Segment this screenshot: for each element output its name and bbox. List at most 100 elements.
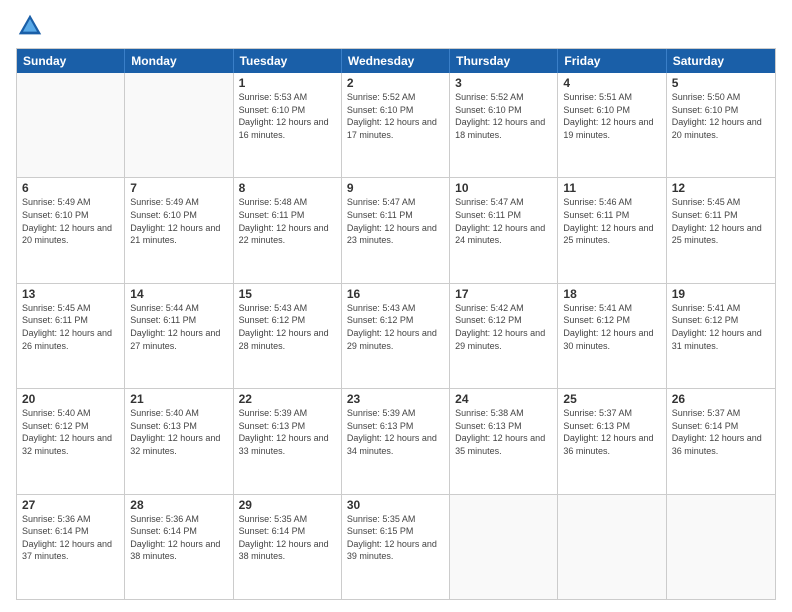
cal-cell-11: 11Sunrise: 5:46 AM Sunset: 6:11 PM Dayli… [558, 178, 666, 282]
day-number: 17 [455, 287, 552, 301]
cal-cell-2: 2Sunrise: 5:52 AM Sunset: 6:10 PM Daylig… [342, 73, 450, 177]
cal-row-4: 27Sunrise: 5:36 AM Sunset: 6:14 PM Dayli… [17, 494, 775, 599]
day-number: 21 [130, 392, 227, 406]
cal-cell-4: 4Sunrise: 5:51 AM Sunset: 6:10 PM Daylig… [558, 73, 666, 177]
day-number: 30 [347, 498, 444, 512]
calendar: SundayMondayTuesdayWednesdayThursdayFrid… [16, 48, 776, 600]
day-number: 12 [672, 181, 770, 195]
day-number: 8 [239, 181, 336, 195]
cal-cell-1: 1Sunrise: 5:53 AM Sunset: 6:10 PM Daylig… [234, 73, 342, 177]
day-info: Sunrise: 5:45 AM Sunset: 6:11 PM Dayligh… [22, 302, 119, 352]
header-cell-friday: Friday [558, 49, 666, 73]
day-number: 20 [22, 392, 119, 406]
day-number: 27 [22, 498, 119, 512]
cal-cell-25: 25Sunrise: 5:37 AM Sunset: 6:13 PM Dayli… [558, 389, 666, 493]
day-info: Sunrise: 5:47 AM Sunset: 6:11 PM Dayligh… [347, 196, 444, 246]
day-info: Sunrise: 5:37 AM Sunset: 6:13 PM Dayligh… [563, 407, 660, 457]
day-info: Sunrise: 5:35 AM Sunset: 6:15 PM Dayligh… [347, 513, 444, 563]
cal-cell-6: 6Sunrise: 5:49 AM Sunset: 6:10 PM Daylig… [17, 178, 125, 282]
cal-cell-14: 14Sunrise: 5:44 AM Sunset: 6:11 PM Dayli… [125, 284, 233, 388]
day-number: 13 [22, 287, 119, 301]
cal-row-0: 1Sunrise: 5:53 AM Sunset: 6:10 PM Daylig… [17, 73, 775, 177]
cal-cell-8: 8Sunrise: 5:48 AM Sunset: 6:11 PM Daylig… [234, 178, 342, 282]
cal-cell-21: 21Sunrise: 5:40 AM Sunset: 6:13 PM Dayli… [125, 389, 233, 493]
day-info: Sunrise: 5:37 AM Sunset: 6:14 PM Dayligh… [672, 407, 770, 457]
day-info: Sunrise: 5:39 AM Sunset: 6:13 PM Dayligh… [347, 407, 444, 457]
day-number: 15 [239, 287, 336, 301]
cal-cell-17: 17Sunrise: 5:42 AM Sunset: 6:12 PM Dayli… [450, 284, 558, 388]
day-number: 9 [347, 181, 444, 195]
day-info: Sunrise: 5:52 AM Sunset: 6:10 PM Dayligh… [347, 91, 444, 141]
cal-cell-16: 16Sunrise: 5:43 AM Sunset: 6:12 PM Dayli… [342, 284, 450, 388]
day-info: Sunrise: 5:41 AM Sunset: 6:12 PM Dayligh… [563, 302, 660, 352]
day-number: 19 [672, 287, 770, 301]
calendar-body: 1Sunrise: 5:53 AM Sunset: 6:10 PM Daylig… [17, 73, 775, 599]
cal-cell-9: 9Sunrise: 5:47 AM Sunset: 6:11 PM Daylig… [342, 178, 450, 282]
day-info: Sunrise: 5:39 AM Sunset: 6:13 PM Dayligh… [239, 407, 336, 457]
day-number: 3 [455, 76, 552, 90]
page: SundayMondayTuesdayWednesdayThursdayFrid… [0, 0, 792, 612]
cal-cell-27: 27Sunrise: 5:36 AM Sunset: 6:14 PM Dayli… [17, 495, 125, 599]
day-number: 25 [563, 392, 660, 406]
day-info: Sunrise: 5:48 AM Sunset: 6:11 PM Dayligh… [239, 196, 336, 246]
day-number: 26 [672, 392, 770, 406]
day-number: 22 [239, 392, 336, 406]
cal-cell-19: 19Sunrise: 5:41 AM Sunset: 6:12 PM Dayli… [667, 284, 775, 388]
cal-cell-28: 28Sunrise: 5:36 AM Sunset: 6:14 PM Dayli… [125, 495, 233, 599]
cal-cell-24: 24Sunrise: 5:38 AM Sunset: 6:13 PM Dayli… [450, 389, 558, 493]
day-info: Sunrise: 5:43 AM Sunset: 6:12 PM Dayligh… [239, 302, 336, 352]
cal-cell-22: 22Sunrise: 5:39 AM Sunset: 6:13 PM Dayli… [234, 389, 342, 493]
logo [16, 12, 48, 40]
cal-row-1: 6Sunrise: 5:49 AM Sunset: 6:10 PM Daylig… [17, 177, 775, 282]
day-info: Sunrise: 5:44 AM Sunset: 6:11 PM Dayligh… [130, 302, 227, 352]
cal-cell-18: 18Sunrise: 5:41 AM Sunset: 6:12 PM Dayli… [558, 284, 666, 388]
header-cell-monday: Monday [125, 49, 233, 73]
day-info: Sunrise: 5:46 AM Sunset: 6:11 PM Dayligh… [563, 196, 660, 246]
day-number: 7 [130, 181, 227, 195]
day-info: Sunrise: 5:49 AM Sunset: 6:10 PM Dayligh… [130, 196, 227, 246]
day-number: 10 [455, 181, 552, 195]
calendar-header-row: SundayMondayTuesdayWednesdayThursdayFrid… [17, 49, 775, 73]
header-cell-sunday: Sunday [17, 49, 125, 73]
day-number: 24 [455, 392, 552, 406]
day-number: 2 [347, 76, 444, 90]
cal-cell-empty [558, 495, 666, 599]
day-info: Sunrise: 5:36 AM Sunset: 6:14 PM Dayligh… [130, 513, 227, 563]
day-info: Sunrise: 5:49 AM Sunset: 6:10 PM Dayligh… [22, 196, 119, 246]
day-number: 23 [347, 392, 444, 406]
header-cell-tuesday: Tuesday [234, 49, 342, 73]
cal-cell-empty [125, 73, 233, 177]
day-number: 1 [239, 76, 336, 90]
day-info: Sunrise: 5:43 AM Sunset: 6:12 PM Dayligh… [347, 302, 444, 352]
cal-cell-30: 30Sunrise: 5:35 AM Sunset: 6:15 PM Dayli… [342, 495, 450, 599]
day-info: Sunrise: 5:50 AM Sunset: 6:10 PM Dayligh… [672, 91, 770, 141]
day-number: 16 [347, 287, 444, 301]
cal-cell-12: 12Sunrise: 5:45 AM Sunset: 6:11 PM Dayli… [667, 178, 775, 282]
day-number: 29 [239, 498, 336, 512]
day-info: Sunrise: 5:35 AM Sunset: 6:14 PM Dayligh… [239, 513, 336, 563]
day-number: 14 [130, 287, 227, 301]
cal-cell-empty [17, 73, 125, 177]
day-number: 28 [130, 498, 227, 512]
cal-cell-29: 29Sunrise: 5:35 AM Sunset: 6:14 PM Dayli… [234, 495, 342, 599]
day-number: 18 [563, 287, 660, 301]
header [16, 12, 776, 40]
cal-cell-13: 13Sunrise: 5:45 AM Sunset: 6:11 PM Dayli… [17, 284, 125, 388]
cal-cell-3: 3Sunrise: 5:52 AM Sunset: 6:10 PM Daylig… [450, 73, 558, 177]
day-info: Sunrise: 5:40 AM Sunset: 6:13 PM Dayligh… [130, 407, 227, 457]
day-info: Sunrise: 5:36 AM Sunset: 6:14 PM Dayligh… [22, 513, 119, 563]
day-info: Sunrise: 5:51 AM Sunset: 6:10 PM Dayligh… [563, 91, 660, 141]
cal-cell-23: 23Sunrise: 5:39 AM Sunset: 6:13 PM Dayli… [342, 389, 450, 493]
day-number: 11 [563, 181, 660, 195]
day-info: Sunrise: 5:53 AM Sunset: 6:10 PM Dayligh… [239, 91, 336, 141]
header-cell-saturday: Saturday [667, 49, 775, 73]
cal-cell-empty [667, 495, 775, 599]
day-info: Sunrise: 5:41 AM Sunset: 6:12 PM Dayligh… [672, 302, 770, 352]
header-cell-wednesday: Wednesday [342, 49, 450, 73]
cal-row-2: 13Sunrise: 5:45 AM Sunset: 6:11 PM Dayli… [17, 283, 775, 388]
day-info: Sunrise: 5:45 AM Sunset: 6:11 PM Dayligh… [672, 196, 770, 246]
cal-cell-7: 7Sunrise: 5:49 AM Sunset: 6:10 PM Daylig… [125, 178, 233, 282]
cal-row-3: 20Sunrise: 5:40 AM Sunset: 6:12 PM Dayli… [17, 388, 775, 493]
header-cell-thursday: Thursday [450, 49, 558, 73]
cal-cell-5: 5Sunrise: 5:50 AM Sunset: 6:10 PM Daylig… [667, 73, 775, 177]
